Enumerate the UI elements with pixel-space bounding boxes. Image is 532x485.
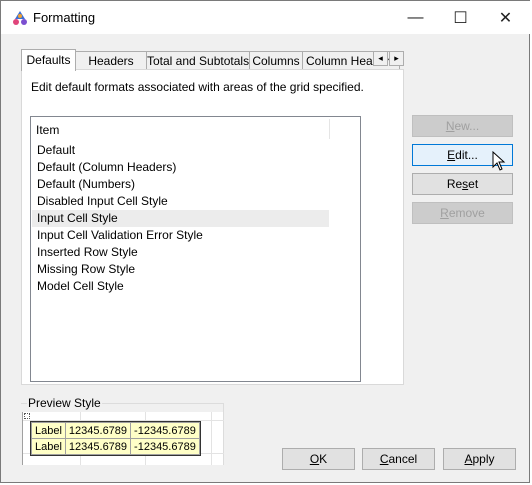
- list-item[interactable]: Missing Row Style: [32, 261, 329, 278]
- remove-button-mnemonic: R: [440, 206, 449, 220]
- new-button-mnemonic: N: [445, 119, 455, 133]
- preview-cell-negative: -12345.6789: [130, 438, 200, 455]
- tab-defaults[interactable]: Defaults: [21, 49, 76, 71]
- list-item[interactable]: Default (Numbers): [32, 176, 329, 193]
- cancel-button-label: ancel: [388, 452, 418, 466]
- preview-table: Label 12345.6789 -12345.6789 Label 12345…: [30, 421, 201, 456]
- defaults-tab-page: Edit default formats associated with are…: [21, 69, 404, 385]
- tab-columns[interactable]: Columns: [249, 51, 303, 69]
- maximize-button[interactable]: ☐: [438, 1, 483, 34]
- grid-line: [23, 420, 224, 421]
- preview-style-label: Preview Style: [27, 396, 102, 410]
- new-button-label: ew...: [454, 119, 480, 133]
- description-text: Edit default formats associated with are…: [31, 80, 364, 94]
- preview-cell-positive: 12345.6789: [64, 438, 132, 455]
- title-bar: Formatting — ☐ ✕: [1, 1, 531, 34]
- minimize-button[interactable]: —: [393, 1, 438, 34]
- cancel-button-mnemonic: C: [379, 452, 389, 466]
- app-icon: [13, 11, 27, 25]
- apply-button[interactable]: Apply: [443, 448, 516, 470]
- list-item[interactable]: Default (Column Headers): [32, 159, 329, 176]
- tab-scroll-right-button[interactable]: ▸: [389, 51, 404, 66]
- apply-button-mnemonic: A: [464, 452, 473, 466]
- preview-cell-label: Label: [31, 422, 66, 439]
- preview-cell-positive: 12345.6789: [64, 422, 132, 439]
- reset-button-label-start: Re: [446, 177, 463, 191]
- ok-button-label: K: [319, 452, 328, 466]
- ok-button-mnemonic: O: [309, 452, 320, 466]
- preview-cell-label: Label: [31, 438, 66, 455]
- list-column-header[interactable]: Item: [36, 123, 59, 137]
- cancel-button[interactable]: Cancel: [362, 448, 435, 470]
- apply-button-label: pply: [472, 452, 495, 466]
- list-item[interactable]: Inserted Row Style: [32, 244, 329, 261]
- reset-button[interactable]: Re s et: [412, 173, 513, 195]
- preview-grid: Label 12345.6789 -12345.6789 Label 12345…: [22, 412, 224, 465]
- ok-button[interactable]: OK: [282, 448, 355, 470]
- list-item[interactable]: Model Cell Style: [32, 278, 329, 295]
- new-button[interactable]: New...: [412, 115, 513, 137]
- list-item[interactable]: Default: [32, 142, 329, 159]
- mouse-pointer-icon: [492, 151, 506, 171]
- list-item[interactable]: Input Cell Validation Error Style: [32, 227, 329, 244]
- edit-button-label: dit...: [455, 148, 478, 162]
- list-item[interactable]: Disabled Input Cell Style: [32, 193, 329, 210]
- tab-headers[interactable]: Headers: [75, 51, 147, 69]
- grid-corner-cell: [24, 413, 30, 419]
- items-listbox[interactable]: Item Default Default (Column Headers) De…: [30, 116, 361, 382]
- tab-scroll-left-button[interactable]: ◂: [373, 51, 388, 66]
- column-divider[interactable]: [329, 119, 330, 139]
- preview-row: Label 12345.6789 -12345.6789: [31, 438, 200, 455]
- remove-button[interactable]: Remove: [412, 202, 513, 224]
- formatting-dialog: Formatting — ☐ ✕ Defaults Headers Total …: [0, 0, 531, 483]
- edit-button-mnemonic: E: [447, 148, 456, 162]
- preview-row: Label 12345.6789 -12345.6789: [31, 422, 200, 439]
- reset-button-label-end: et: [468, 177, 479, 191]
- list-item-selected[interactable]: Input Cell Style: [32, 210, 329, 227]
- preview-cell-negative: -12345.6789: [130, 422, 200, 439]
- tab-total-and-subtotals[interactable]: Total and Subtotals: [146, 51, 250, 69]
- remove-button-label: emove: [448, 206, 485, 220]
- close-button[interactable]: ✕: [483, 1, 528, 34]
- window-title: Formatting: [33, 10, 96, 25]
